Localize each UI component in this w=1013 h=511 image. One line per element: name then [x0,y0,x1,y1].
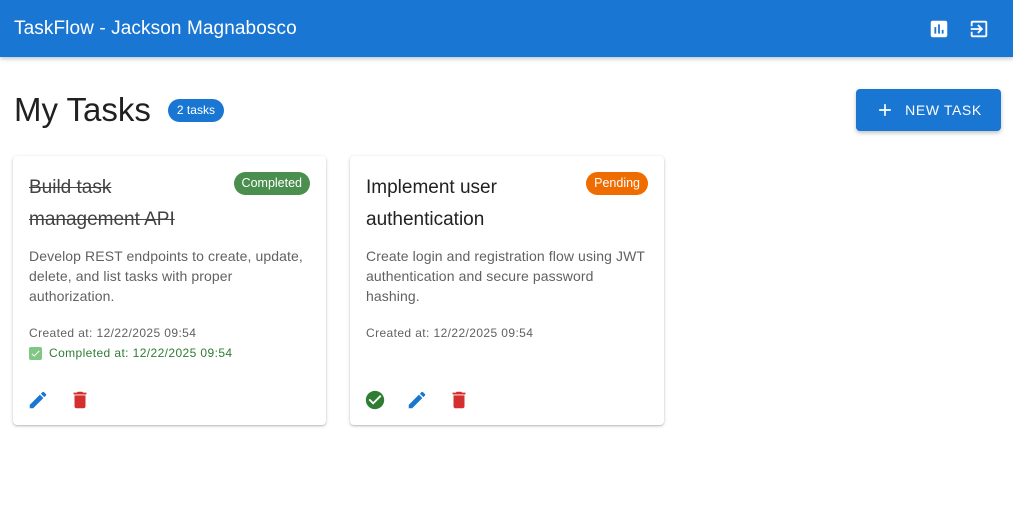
logout-icon [970,20,988,37]
delete-button[interactable] [448,389,470,411]
completed-at-row: Completed at: 12/22/2025 09:54 [29,343,310,363]
task-card: Implement user authentication Pending Cr… [350,156,664,425]
trash-icon [452,391,466,409]
trash-icon [73,391,87,409]
check-box-icon [29,346,42,360]
new-task-label: NEW TASK [905,102,982,118]
task-description: Create login and registration flow using… [366,248,645,304]
task-description: Develop REST endpoints to create, update… [29,248,303,304]
task-card: Build task management API Completed Deve… [13,156,326,425]
task-actions [364,389,490,411]
edit-icon [408,391,426,409]
status-chip-pending: Pending [586,172,648,195]
created-at: Created at: 12/22/2025 09:54 [29,326,197,340]
mark-complete-button[interactable] [364,389,386,411]
page-title: My Tasks [14,91,151,128]
delete-button[interactable] [69,389,91,411]
app-title: TaskFlow - Jackson Magnabosco [14,17,297,39]
tasks-header: My Tasks 2 tasks NEW TASK [14,88,1001,132]
task-title: Implement user authentication [366,177,497,230]
plus-icon [879,104,892,116]
edit-button[interactable] [27,389,49,411]
task-actions [27,389,111,411]
created-at: Created at: 12/22/2025 09:54 [366,326,534,340]
logout-button[interactable] [959,9,999,49]
task-title: Build task management API [29,177,175,230]
check-circle-icon [365,390,385,410]
bar-chart-icon [930,20,948,37]
completed-at: Completed at: 12/22/2025 09:54 [49,346,233,360]
app-bar: TaskFlow - Jackson Magnabosco [0,0,1013,57]
task-count-badge: 2 tasks [167,98,224,122]
new-task-button[interactable]: NEW TASK [856,89,1001,131]
stats-button[interactable] [919,9,959,49]
edit-button[interactable] [406,389,428,411]
status-chip-completed: Completed [233,172,310,195]
edit-icon [29,391,47,409]
